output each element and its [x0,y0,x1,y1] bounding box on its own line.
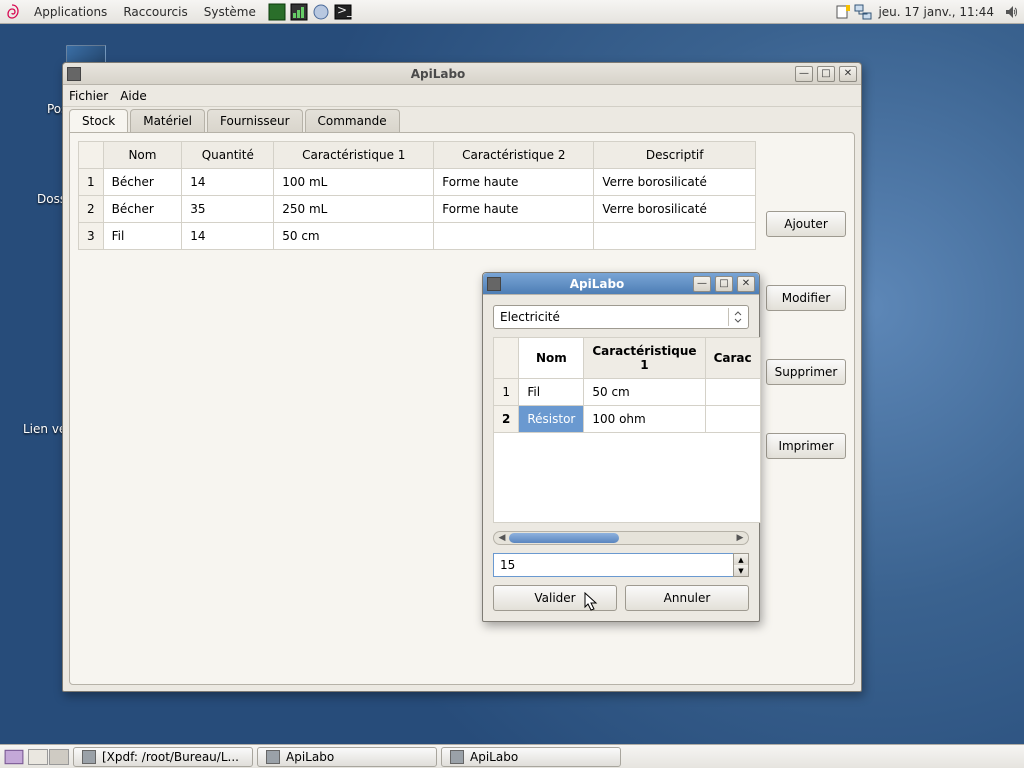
combo-value: Electricité [500,310,560,324]
top-panel: Applications Raccourcis Système >_ jeu. … [0,0,1024,24]
tray-icon[interactable] [312,3,330,21]
clock[interactable]: jeu. 17 janv., 11:44 [872,5,1000,19]
col-c2[interactable]: Caractéristique 2 [434,142,594,169]
volume-icon[interactable] [1004,4,1020,20]
category-combo[interactable]: Electricité [493,305,749,329]
tab-commande[interactable]: Commande [305,109,400,132]
imprimer-button[interactable]: Imprimer [766,433,846,459]
col-nom[interactable]: Nom [103,142,182,169]
taskbar-item[interactable]: ApiLabo [441,747,621,767]
spinner-down-icon[interactable]: ▼ [734,565,748,576]
taskbar-item[interactable]: [Xpdf: /root/Bureau/L... [73,747,253,767]
tab-fournisseur[interactable]: Fournisseur [207,109,303,132]
menu-systeme[interactable]: Système [196,5,264,19]
side-button-column: Ajouter Modifier Supprimer Imprimer [766,141,846,676]
ajouter-button[interactable]: Ajouter [766,211,846,237]
table-row-selected[interactable]: 2 Résistor 100 ohm [494,406,761,433]
supprimer-button[interactable]: Supprimer [766,359,846,385]
maximize-button[interactable]: □ [715,276,733,292]
quantity-spinner[interactable]: ▲ ▼ [493,553,749,577]
tab-stock[interactable]: Stock [69,109,128,132]
scroll-thumb[interactable] [509,533,619,543]
spinner-input[interactable] [493,553,733,577]
modifier-button[interactable]: Modifier [766,285,846,311]
tab-materiel[interactable]: Matériel [130,109,205,132]
minimize-button[interactable]: — [693,276,711,292]
app-icon [266,750,280,764]
tray-icon[interactable]: >_ [334,3,352,21]
window-title: ApiLabo [85,67,791,81]
tray-icon[interactable] [268,3,286,21]
tray-icon[interactable] [836,3,854,21]
maximize-button[interactable]: □ [817,66,835,82]
table-row[interactable]: 3 Fil 14 50 cm [79,223,756,250]
close-button[interactable]: ✕ [737,276,755,292]
menu-raccourcis[interactable]: Raccourcis [115,5,195,19]
dialog-titlebar[interactable]: ApiLabo — □ ✕ [483,273,759,295]
tab-bar: Stock Matériel Fournisseur Commande [63,107,861,132]
menu-applications[interactable]: Applications [26,5,115,19]
app-icon [82,750,96,764]
col-quantite[interactable]: Quantité [182,142,274,169]
col-c1[interactable]: Caractéristique 1 [584,338,705,379]
table-row[interactable]: 1 Bécher 14 100 mL Forme haute Verre bor… [79,169,756,196]
annuler-button[interactable]: Annuler [625,585,749,611]
svg-text:>_: >_ [337,3,352,17]
spinner-up-icon[interactable]: ▲ [734,554,748,565]
table-row[interactable]: 2 Bécher 35 250 mL Forme haute Verre bor… [79,196,756,223]
horizontal-scrollbar[interactable]: ◀ ▶ [493,531,749,545]
col-rownum [79,142,104,169]
dialog-body: Electricité Nom Caractéristique 1 Carac … [483,295,759,621]
close-button[interactable]: ✕ [839,66,857,82]
menu-aide[interactable]: Aide [120,89,147,103]
col-c2[interactable]: Carac [705,338,760,379]
window-icon [67,67,81,81]
col-nom[interactable]: Nom [519,338,584,379]
tray-icon[interactable] [290,3,308,21]
menu-bar: Fichier Aide [63,85,861,107]
col-desc[interactable]: Descriptif [594,142,756,169]
workspace-1[interactable] [28,749,48,765]
dialog-title: ApiLabo [505,277,689,291]
debian-logo-icon [4,4,20,20]
valider-button[interactable]: Valider [493,585,617,611]
minimize-button[interactable]: — [795,66,813,82]
bottom-panel: [Xpdf: /root/Bureau/L... ApiLabo ApiLabo [0,744,1024,768]
desktop-icon-label[interactable]: Lien ve [23,422,66,436]
stock-table: Nom Quantité Caractéristique 1 Caractéri… [78,141,756,250]
scroll-left-icon[interactable]: ◀ [495,532,509,544]
chevron-updown-icon [728,308,742,326]
app-icon [450,750,464,764]
menu-fichier[interactable]: Fichier [69,89,108,103]
col-rownum [494,338,519,379]
dialog-window: ApiLabo — □ ✕ Electricité Nom Caractéris… [482,272,760,622]
taskbar-item[interactable]: ApiLabo [257,747,437,767]
scroll-right-icon[interactable]: ▶ [733,532,747,544]
table-row[interactable]: 1 Fil 50 cm [494,379,761,406]
workspace-pager[interactable] [28,749,69,765]
window-icon [487,277,501,291]
network-icon[interactable] [854,3,872,21]
workspace-2[interactable] [49,749,69,765]
dialog-table: Nom Caractéristique 1 Carac 1 Fil 50 cm … [493,337,761,523]
show-desktop-button[interactable] [4,747,24,767]
main-titlebar[interactable]: ApiLabo — □ ✕ [63,63,861,85]
col-c1[interactable]: Caractéristique 1 [274,142,434,169]
